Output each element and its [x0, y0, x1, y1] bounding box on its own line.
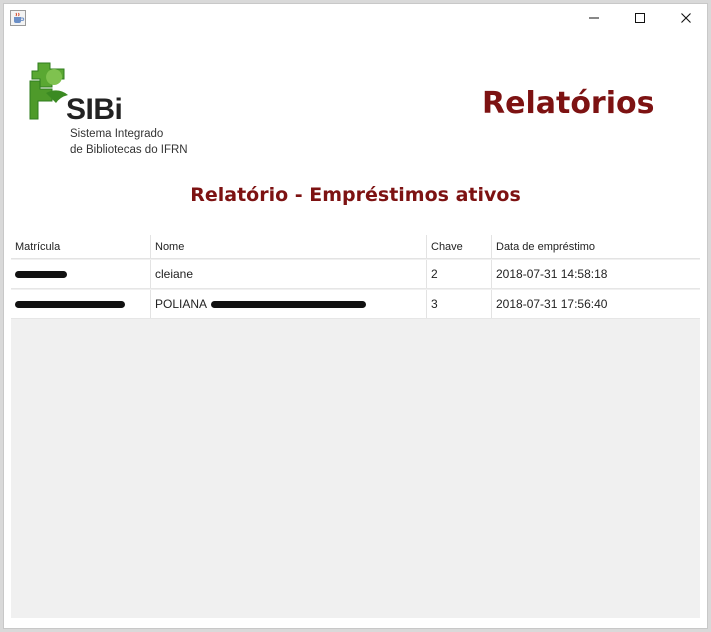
cell-matricula[interactable] [11, 290, 151, 318]
cell-nome[interactable]: POLIANA [151, 290, 427, 318]
close-icon [680, 9, 692, 28]
column-header-chave[interactable]: Chave [427, 235, 492, 258]
cell-chave[interactable]: 2 [427, 260, 492, 288]
logo-subtitle-line2: de Bibliotecas do IFRN [70, 144, 188, 156]
title-bar[interactable] [4, 4, 707, 32]
cell-matricula[interactable] [11, 260, 151, 288]
redaction-mark [211, 300, 367, 308]
app-window: SIBi Sistema Integrado de Bibliotecas do… [3, 3, 708, 629]
loans-table[interactable]: Matrícula Nome Chave Data de empréstimo … [11, 235, 700, 618]
logo-subtitle-line1: Sistema Integrado [70, 128, 164, 140]
cell-nome[interactable]: cleiane [151, 260, 427, 288]
column-header-matricula[interactable]: Matrícula [11, 235, 151, 258]
cell-data[interactable]: 2018-07-31 14:58:18 [492, 260, 700, 288]
minimize-icon [588, 9, 600, 28]
report-title: Relatório - Empréstimos ativos [190, 184, 521, 206]
table-row[interactable]: cleiane 2 2018-07-31 14:58:18 [11, 260, 700, 289]
sibi-logo: SIBi Sistema Integrado de Bibliotecas do… [24, 59, 194, 159]
column-header-data[interactable]: Data de empréstimo [492, 235, 700, 258]
maximize-button[interactable] [617, 4, 663, 32]
close-button[interactable] [663, 4, 709, 32]
cell-data[interactable]: 2018-07-31 17:56:40 [492, 290, 700, 318]
page-title: Relatórios [482, 86, 655, 121]
logo-wordmark: SIBi [66, 93, 123, 126]
redaction-mark [15, 300, 125, 308]
maximize-icon [634, 9, 646, 28]
report-panel: SIBi Sistema Integrado de Bibliotecas do… [4, 32, 707, 628]
java-cup-icon [10, 10, 26, 26]
cell-chave[interactable]: 3 [427, 290, 492, 318]
redaction-mark [15, 270, 67, 278]
column-header-nome[interactable]: Nome [151, 235, 427, 258]
table-header: Matrícula Nome Chave Data de empréstimo [11, 235, 700, 259]
minimize-button[interactable] [571, 4, 617, 32]
cell-nome-text: POLIANA [155, 297, 208, 311]
table-row[interactable]: POLIANA 3 2018-07-31 17:56:40 [11, 290, 700, 319]
